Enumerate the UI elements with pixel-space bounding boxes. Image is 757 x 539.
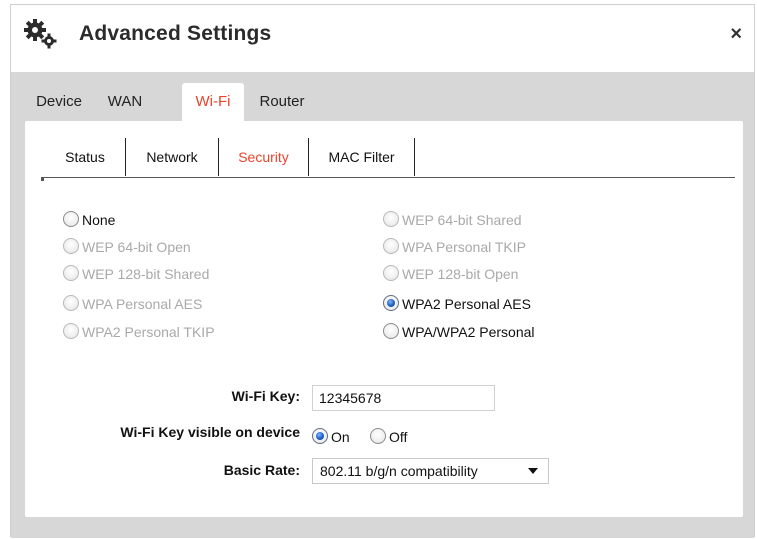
subtab-underline: [41, 177, 735, 178]
wifi-key-input[interactable]: [312, 385, 495, 411]
security-option-wep64-open: WEP 64-bit Open: [63, 237, 191, 257]
tab-wifi[interactable]: Wi-Fi: [182, 83, 244, 121]
tab-router[interactable]: Router: [247, 83, 317, 121]
security-option-wpa2-personal-aes[interactable]: WPA2 Personal AES: [383, 294, 531, 314]
radio-button[interactable]: [63, 211, 79, 228]
subtab-underline-cap: [41, 177, 44, 181]
radio-button[interactable]: [370, 428, 386, 445]
option-label: On: [331, 429, 350, 445]
wifi-content: Status Network Security MAC Filter None …: [25, 121, 743, 517]
subtab-network[interactable]: Network: [126, 138, 219, 176]
radio-button: [63, 323, 79, 340]
option-label: WEP 128-bit Shared: [82, 266, 210, 282]
security-option-wpa2-personal-tkip: WPA2 Personal TKIP: [63, 322, 215, 342]
basic-rate-value: 802.11 b/g/n compatibility: [320, 463, 478, 479]
radio-button-selected[interactable]: [383, 295, 399, 312]
option-label: WEP 64-bit Open: [82, 239, 191, 255]
gears-icon: [24, 19, 57, 49]
security-option-wep64-shared: WEP 64-bit Shared: [383, 210, 522, 230]
security-option-wpa-wpa2-personal[interactable]: WPA/WPA2 Personal: [383, 322, 535, 342]
radio-button: [383, 265, 399, 282]
key-visible-label: Wi-Fi Key visible on device: [120, 424, 300, 440]
subtab-security[interactable]: Security: [219, 138, 309, 176]
advanced-settings-dialog: Advanced Settings × Device WAN Wi-Fi Rou…: [10, 4, 755, 538]
settings-panel: Device WAN Wi-Fi Router Status Network S…: [11, 72, 754, 538]
tab-device[interactable]: Device: [25, 83, 93, 121]
radio-button: [63, 295, 79, 312]
radio-button-selected[interactable]: [312, 428, 328, 445]
tab-wan[interactable]: WAN: [95, 83, 155, 121]
key-visible-on-option[interactable]: On: [312, 427, 350, 447]
option-label: WEP 128-bit Open: [402, 266, 519, 282]
security-option-wpa-personal-aes: WPA Personal AES: [63, 294, 202, 314]
wifi-key-label: Wi-Fi Key:: [231, 388, 300, 404]
radio-button[interactable]: [383, 323, 399, 340]
basic-rate-label: Basic Rate:: [223, 462, 300, 478]
security-option-wpa-personal-tkip: WPA Personal TKIP: [383, 237, 526, 257]
option-label: WPA/WPA2 Personal: [402, 324, 535, 340]
radio-button: [383, 238, 399, 255]
option-label: WEP 64-bit Shared: [402, 212, 522, 228]
option-label: Off: [389, 429, 408, 445]
subtab-status[interactable]: Status: [45, 138, 126, 176]
dialog-title-bar: Advanced Settings ×: [11, 5, 754, 67]
option-label: WPA2 Personal TKIP: [82, 324, 215, 340]
security-option-none[interactable]: None: [63, 210, 115, 230]
radio-button: [63, 265, 79, 282]
radio-button: [383, 211, 399, 228]
key-visible-off-option[interactable]: Off: [370, 427, 407, 447]
option-label: WPA2 Personal AES: [402, 296, 531, 312]
basic-rate-select[interactable]: 802.11 b/g/n compatibility: [312, 458, 549, 484]
security-option-wep128-open: WEP 128-bit Open: [383, 264, 518, 284]
option-label: WPA Personal TKIP: [402, 239, 526, 255]
security-option-wep128-shared: WEP 128-bit Shared: [63, 264, 209, 284]
option-label: None: [82, 212, 116, 228]
chevron-down-icon: [528, 468, 538, 474]
option-label: WPA Personal AES: [82, 296, 203, 312]
radio-button: [63, 238, 79, 255]
dialog-title: Advanced Settings: [79, 22, 272, 45]
subtab-mac-filter[interactable]: MAC Filter: [309, 138, 415, 176]
close-icon[interactable]: ×: [730, 24, 742, 44]
